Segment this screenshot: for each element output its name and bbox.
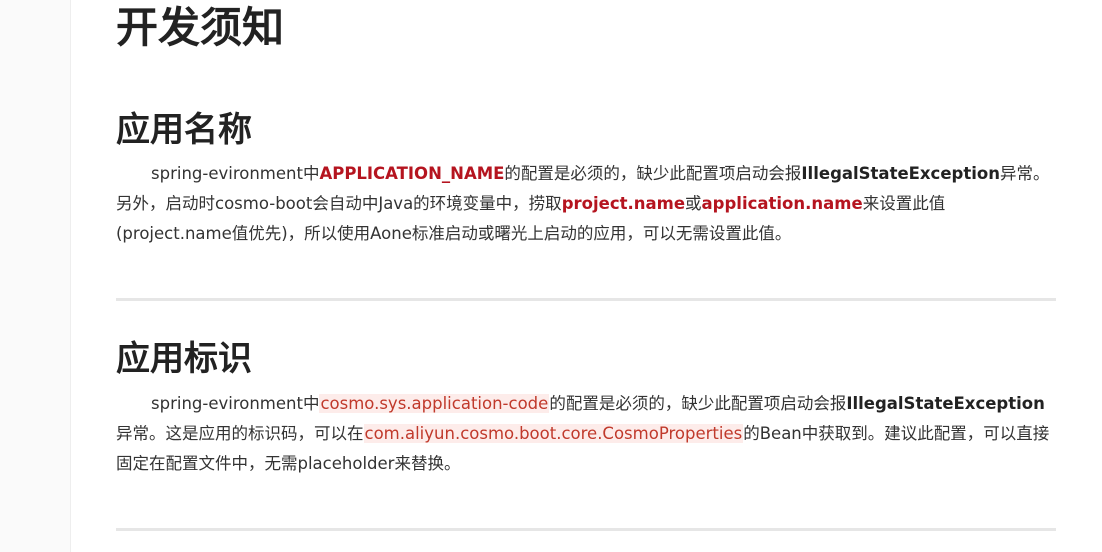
page-title: 开发须知 xyxy=(116,3,285,52)
section-divider xyxy=(116,528,1056,531)
section-paragraph-app-code: spring-evironment中cosmo.sys.application-… xyxy=(116,389,1056,479)
text-run: 的配置是必须的，缺少此配置项启动会报 xyxy=(504,164,802,183)
section-paragraph-app-name: spring-evironment中APPLICATION_NAME的配置是必须… xyxy=(116,159,1056,249)
text-run: spring-evironment中 xyxy=(151,394,320,413)
section-title-app-code: 应用标识 xyxy=(116,339,252,379)
config-key-application-name-lower: application.name xyxy=(701,194,863,213)
config-key-application-name: APPLICATION_NAME xyxy=(319,164,505,183)
text-run: 的配置是必须的，缺少此配置项启动会报 xyxy=(549,394,847,413)
text-run: 或 xyxy=(685,194,702,213)
section-title-app-name: 应用名称 xyxy=(116,110,252,150)
config-key-project-name: project.name xyxy=(561,194,686,213)
exception-name: IllegalStateException xyxy=(801,164,1000,183)
inline-code-application-code: cosmo.sys.application-code xyxy=(319,394,550,413)
exception-name: IllegalStateException xyxy=(846,394,1045,413)
left-sidebar xyxy=(0,0,71,552)
inline-code-cosmo-properties: com.aliyun.cosmo.boot.core.CosmoProperti… xyxy=(363,424,744,443)
text-run: spring-evironment中 xyxy=(151,164,320,183)
section-divider xyxy=(116,298,1056,301)
text-run: 异常。这是应用的标识码，可以在 xyxy=(116,424,364,443)
